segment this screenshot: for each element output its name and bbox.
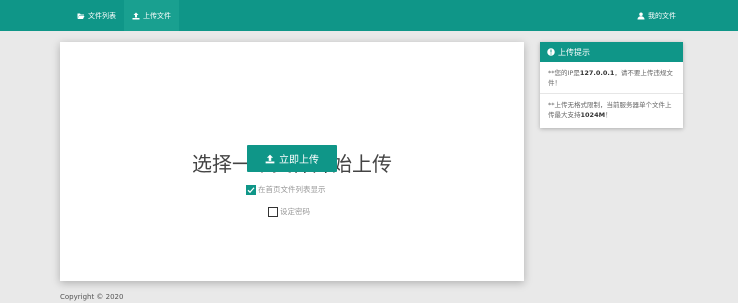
nav-upload-file[interactable]: 上传文件: [124, 0, 179, 31]
set-password-label: 设定密码: [280, 207, 310, 216]
nav-my-files[interactable]: 我的文件: [637, 0, 676, 31]
tip-ip-value: 127.0.0.1: [579, 69, 615, 77]
tips-header: 上传提示: [540, 42, 683, 62]
footer-copyright: Copyright © 2020: [60, 293, 124, 301]
tip-size: **上传无格式限制，当前服务器单个文件上传最大支持1024M！: [540, 94, 683, 127]
upload-icon: [265, 154, 275, 164]
upload-now-label: 立即上传: [279, 155, 319, 166]
show-on-home-option: 在首页文件列表显示: [246, 184, 326, 195]
show-on-home-label: 在首页文件列表显示: [258, 185, 326, 194]
upload-now-button[interactable]: 立即上传: [247, 145, 337, 172]
nav-file-list-label: 文件列表: [88, 11, 116, 20]
nav-upload-file-label: 上传文件: [143, 11, 171, 20]
show-on-home-checkbox[interactable]: [246, 184, 256, 195]
tips-header-title: 上传提示: [558, 47, 590, 57]
set-password-option: 设定密码: [268, 206, 310, 217]
tip-ip-prefix: **您的IP是: [548, 69, 580, 77]
set-password-checkbox[interactable]: [268, 206, 278, 217]
user-icon: [637, 12, 645, 20]
check-icon: [247, 186, 255, 193]
tip-ip: **您的IP是127.0.0.1，请不要上传违规文件！: [540, 62, 683, 94]
folder-open-icon: [77, 12, 85, 20]
tip-size-suffix: ！: [605, 111, 612, 119]
nav-file-list[interactable]: 文件列表: [69, 0, 124, 31]
upload-tips-panel: 上传提示 **您的IP是127.0.0.1，请不要上传违规文件！ **上传无格式…: [540, 42, 683, 128]
top-navbar: 文件列表 上传文件 我的文件: [0, 0, 738, 31]
nav-right: 我的文件: [637, 0, 676, 31]
upload-icon: [132, 12, 140, 20]
info-icon: [547, 48, 555, 56]
nav-my-files-label: 我的文件: [648, 11, 676, 20]
nav-left: 文件列表 上传文件: [69, 0, 179, 31]
tip-size-value: 1024M: [580, 111, 606, 119]
